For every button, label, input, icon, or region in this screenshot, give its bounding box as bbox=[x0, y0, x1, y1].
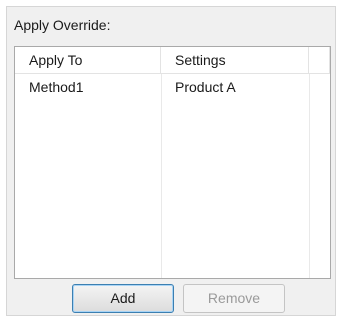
column-divider bbox=[309, 74, 310, 278]
cell-settings: Product A bbox=[175, 79, 236, 95]
column-header-settings[interactable]: Settings bbox=[161, 47, 309, 73]
column-divider bbox=[161, 74, 162, 278]
cell-apply-to: Method1 bbox=[29, 79, 84, 95]
table-row[interactable]: Method1 Product A bbox=[15, 74, 330, 100]
remove-button[interactable]: Remove bbox=[183, 284, 285, 313]
apply-override-label: Apply Override: bbox=[14, 17, 111, 33]
add-button[interactable]: Add bbox=[72, 284, 174, 313]
column-header-apply-to[interactable]: Apply To bbox=[15, 47, 161, 73]
override-table[interactable]: Apply To Settings Method1 Product A bbox=[14, 46, 331, 279]
table-header: Apply To Settings bbox=[15, 47, 330, 74]
column-header-filler bbox=[309, 47, 330, 73]
table-body: Method1 Product A bbox=[15, 74, 330, 278]
